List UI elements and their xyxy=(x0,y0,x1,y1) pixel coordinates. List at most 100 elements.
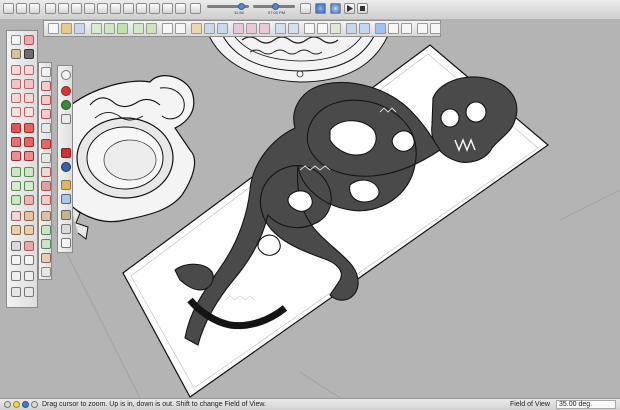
zoom-icon[interactable] xyxy=(191,23,202,34)
textured-icon[interactable] xyxy=(346,23,357,34)
fov-value-field[interactable]: 35.00 deg. xyxy=(556,400,616,409)
save-icon[interactable] xyxy=(97,3,108,14)
push-pull-tool-icon[interactable] xyxy=(24,123,34,133)
credits-icon[interactable] xyxy=(13,401,20,408)
plugin-tool-icon[interactable] xyxy=(41,153,51,163)
dimension-tool-icon[interactable] xyxy=(24,167,34,177)
home-icon[interactable] xyxy=(71,3,82,14)
info-icon[interactable] xyxy=(31,401,38,408)
rectangle-tool-icon[interactable] xyxy=(11,79,21,89)
pencil-icon[interactable] xyxy=(45,3,56,14)
back-view-icon[interactable] xyxy=(430,23,441,34)
plugin-tool-icon[interactable] xyxy=(61,86,71,96)
3d-text-tool-icon[interactable] xyxy=(24,195,34,205)
plugin-tool-icon[interactable] xyxy=(41,181,51,191)
axes-tool-icon[interactable] xyxy=(11,195,21,205)
component-icon[interactable] xyxy=(61,23,72,34)
date-slider-knob[interactable] xyxy=(272,3,279,10)
paint-bucket-tool-icon[interactable] xyxy=(24,49,34,59)
warehouse-icon[interactable] xyxy=(330,3,341,14)
previous-view-icon[interactable] xyxy=(233,23,244,34)
push-pull-icon[interactable] xyxy=(91,23,102,34)
rotate-tool-icon[interactable] xyxy=(11,137,21,147)
position-camera-tool-icon[interactable] xyxy=(11,241,21,251)
camera-icon[interactable] xyxy=(84,3,95,14)
x-ray-icon[interactable] xyxy=(288,23,299,34)
protractor-tool-icon[interactable] xyxy=(11,181,21,191)
front-view-icon[interactable] xyxy=(401,23,412,34)
dimension-icon[interactable] xyxy=(149,3,160,14)
right-view-icon[interactable] xyxy=(417,23,428,34)
orbit-icon[interactable] xyxy=(162,23,173,34)
zoom-extents-icon[interactable] xyxy=(217,23,228,34)
drawing-canvas[interactable] xyxy=(0,19,620,398)
plugin-tool-icon[interactable] xyxy=(41,167,51,177)
move-tool-icon[interactable] xyxy=(11,123,21,133)
rotate-icon[interactable] xyxy=(133,23,144,34)
plugin-tool-icon[interactable] xyxy=(41,239,51,249)
offset-tool-icon[interactable] xyxy=(24,151,34,161)
plugin-tool-icon[interactable] xyxy=(41,225,51,235)
monochrome-icon[interactable] xyxy=(359,23,370,34)
rotated-rectangle-tool-icon[interactable] xyxy=(24,79,34,89)
plugin-tool-icon[interactable] xyxy=(61,180,71,190)
plugin-tool-icon[interactable] xyxy=(61,210,71,220)
pan-tool-icon[interactable] xyxy=(24,211,34,221)
plugin-tool-icon[interactable] xyxy=(41,123,51,133)
plugin-tool-icon[interactable] xyxy=(41,195,51,205)
plugin-tool-icon[interactable] xyxy=(41,267,51,277)
stop-icon[interactable] xyxy=(357,3,368,14)
tape-measure-tool-icon[interactable] xyxy=(11,167,21,177)
outliner-tool-icon[interactable] xyxy=(11,287,21,297)
folder-icon[interactable] xyxy=(175,3,186,14)
plugin-tool-icon[interactable] xyxy=(61,224,71,234)
zoom-window-icon[interactable] xyxy=(204,23,215,34)
paint-icon[interactable] xyxy=(29,3,40,14)
print-icon[interactable] xyxy=(110,3,121,14)
follow-me-tool-icon[interactable] xyxy=(24,137,34,147)
scale-icon[interactable] xyxy=(146,23,157,34)
plugin-tool-icon[interactable] xyxy=(61,162,71,172)
follow-me-icon[interactable] xyxy=(117,23,128,34)
eraser-tool-icon[interactable] xyxy=(24,35,34,45)
look-around-tool-icon[interactable] xyxy=(11,255,21,265)
look-around-icon[interactable] xyxy=(259,23,270,34)
move-icon[interactable] xyxy=(74,23,85,34)
walk-icon[interactable] xyxy=(246,23,257,34)
select-icon[interactable] xyxy=(3,3,14,14)
plugin-tool-icon[interactable] xyxy=(41,109,51,119)
time-slider-knob[interactable] xyxy=(238,3,245,10)
text-tool-icon[interactable] xyxy=(24,181,34,191)
polygon-tool-icon[interactable] xyxy=(24,93,34,103)
cube-icon[interactable] xyxy=(123,3,134,14)
pie-tool-icon[interactable] xyxy=(24,107,34,117)
geo-location-icon[interactable] xyxy=(4,401,11,408)
walk-tool-icon[interactable] xyxy=(24,241,34,251)
line-tool-icon[interactable] xyxy=(11,65,21,75)
plugin-tool-icon[interactable] xyxy=(61,70,71,80)
top-view-icon[interactable] xyxy=(388,23,399,34)
arc-tool-icon[interactable] xyxy=(11,107,21,117)
plugin-tool-icon[interactable] xyxy=(61,148,71,158)
select-tool-icon[interactable] xyxy=(11,35,21,45)
globe-icon[interactable] xyxy=(315,3,326,14)
wireframe-icon[interactable] xyxy=(304,23,315,34)
plugin-tool-icon[interactable] xyxy=(61,114,71,124)
layers-tool-icon[interactable] xyxy=(24,287,34,297)
plugin-tool-icon[interactable] xyxy=(41,139,51,149)
flip-tool-icon[interactable] xyxy=(24,271,34,281)
hidden-line-icon[interactable] xyxy=(317,23,328,34)
text-icon[interactable] xyxy=(162,3,173,14)
settings-icon[interactable] xyxy=(300,3,311,14)
plugin-tool-icon[interactable] xyxy=(61,194,71,204)
paint-bucket-icon[interactable] xyxy=(136,3,147,14)
eraser-icon[interactable] xyxy=(16,3,27,14)
zoom-window-tool-icon[interactable] xyxy=(24,225,34,235)
sandbox-tool-icon[interactable] xyxy=(11,271,21,281)
offset-icon[interactable] xyxy=(104,23,115,34)
plugin-tool-icon[interactable] xyxy=(61,100,71,110)
section-plane-tool-icon[interactable] xyxy=(24,255,34,265)
select-icon[interactable] xyxy=(48,23,59,34)
plugin-tool-icon[interactable] xyxy=(41,211,51,221)
orbit-tool-icon[interactable] xyxy=(11,211,21,221)
